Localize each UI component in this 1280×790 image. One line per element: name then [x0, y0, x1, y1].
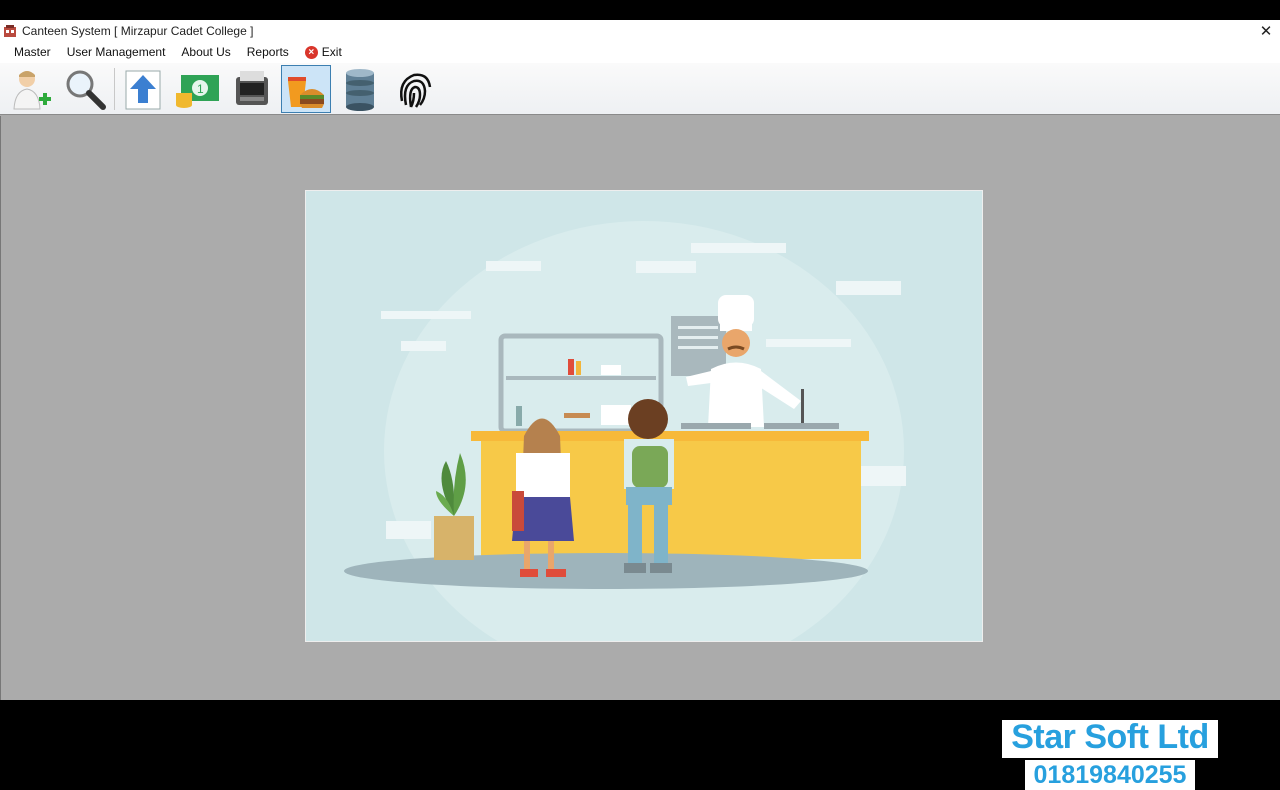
menu-master[interactable]: Master — [6, 41, 59, 63]
fingerprint-icon — [400, 73, 432, 108]
money-icon: 1 — [176, 74, 219, 108]
add-user-icon — [13, 70, 51, 109]
menu-exit-label: Exit — [321, 45, 342, 59]
title-bar: Canteen System [ Mirzapur Cadet College … — [0, 20, 1280, 41]
video-letterbox-bottom — [0, 700, 1280, 720]
company-phone: 01819840255 — [1025, 760, 1195, 790]
svg-text:1: 1 — [197, 82, 204, 96]
upload-button[interactable] — [119, 65, 169, 113]
canteen-scene-image — [306, 191, 982, 681]
add-user-button[interactable] — [6, 65, 56, 113]
company-name: Star Soft Ltd — [1002, 716, 1218, 758]
food-icon — [288, 76, 324, 108]
app-window: Canteen System [ Mirzapur Cadet College … — [0, 20, 1280, 790]
menu-exit[interactable]: × Exit — [297, 41, 350, 63]
database-button[interactable] — [335, 65, 385, 113]
search-button[interactable] — [60, 65, 110, 113]
canteen-illustration — [305, 190, 983, 681]
upload-icon — [125, 70, 161, 109]
workspace: Star Soft Ltd 01819840255 — [0, 116, 1280, 790]
money-button[interactable]: 1 — [173, 65, 223, 113]
close-button[interactable]: ✕ — [1256, 20, 1276, 41]
menu-about-us[interactable]: About Us — [173, 41, 238, 63]
menu-reports[interactable]: Reports — [239, 41, 297, 63]
pos-terminal-button[interactable] — [227, 65, 277, 113]
window-title: Canteen System [ Mirzapur Cadet College … — [22, 23, 254, 38]
toolbar-separator — [114, 67, 115, 110]
menu-user-management[interactable]: User Management — [59, 41, 174, 63]
exit-icon: × — [304, 45, 318, 59]
app-icon — [4, 24, 16, 37]
toolbar: 1 — [0, 63, 1280, 115]
video-letterbox-top — [0, 0, 1280, 20]
fingerprint-button[interactable] — [389, 65, 439, 113]
menu-bar: Master User Management About Us Reports … — [0, 41, 1280, 63]
search-icon — [66, 70, 106, 110]
canteen-food-button[interactable] — [281, 64, 331, 113]
company-watermark: Star Soft Ltd 01819840255 — [1002, 716, 1218, 790]
database-icon — [346, 68, 374, 111]
pos-terminal-icon — [236, 70, 268, 105]
